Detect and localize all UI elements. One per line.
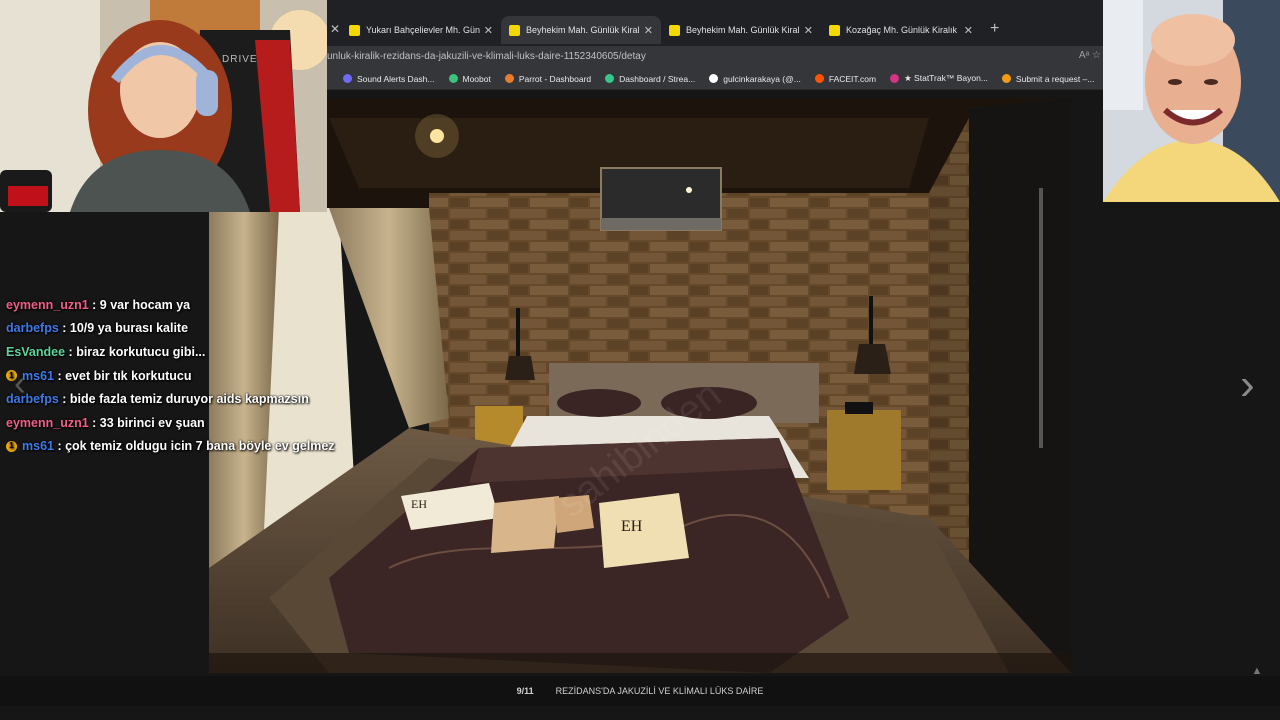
chat-text: 10/9 ya burası kalite (69, 321, 189, 336)
bookmark-submit-request[interactable]: Submit a request –... (1001, 73, 1095, 84)
chat-username: darbefps (6, 321, 59, 336)
chat-text: çok temiz oldugu icin 7 bana böyle ev ge… (65, 439, 335, 454)
svg-text:EH: EH (621, 518, 643, 535)
sahibinden-favicon-icon (829, 24, 840, 36)
bookmark-stattrak[interactable]: ★ StatTrak™ Bayon... (890, 73, 988, 84)
close-icon[interactable]: ✕ (964, 24, 973, 37)
chat-text: 33 birinci ev şuan (99, 415, 205, 430)
tab-label: Kozağaç Mh. Günlük Kiralık Stüdyo (846, 25, 960, 35)
bookmark-label: Moobot (462, 73, 491, 84)
chat-separator: : (88, 415, 100, 430)
tiktok-icon (709, 74, 719, 83)
bookmark-label: Submit a request –... (1015, 73, 1095, 84)
bookmark-label: Sound Alerts Dash... (357, 73, 435, 84)
bookmark-sound-alerts[interactable]: Sound Alerts Dash... (343, 74, 435, 84)
new-tab-plus-icon[interactable]: + (990, 20, 999, 38)
chat-text: 9 var hocam ya (99, 297, 191, 312)
bookmark-icon (504, 74, 514, 83)
bookmarks-bar: Sound Alerts Dash... Moobot Parrot - Das… (327, 68, 1103, 90)
tab-kozagac-studyo[interactable]: Kozağaç Mh. Günlük Kiralık Stüdyo ✕ (821, 16, 981, 44)
chat-text: bide fazla temiz duruyor aids kapmazsın (69, 392, 309, 407)
chat-separator: : (53, 368, 66, 383)
stream-screen: Yukarı Bahçelievler Mh. Günlük Kir ✕ Bey… (0, 0, 1280, 720)
close-icon[interactable]: ✕ (644, 24, 653, 37)
bookmark-label: ★ StatTrak™ Bayon... (904, 73, 988, 83)
streamer-webcam-feed: DRIVE (0, 0, 327, 212)
chat-username: ms61 (22, 368, 54, 383)
chat-message: 1 ms61 : evet bir tık korkutucu (6, 364, 366, 388)
bookmark-parrot[interactable]: Parrot - Dashboard (504, 73, 592, 84)
close-icon[interactable]: ✕ (484, 24, 493, 37)
tab-label: Yukarı Bahçelievler Mh. Günlük Kir (366, 25, 480, 35)
chat-username: darbefps (6, 392, 59, 407)
address-bar[interactable]: unluk-kiralik-rezidans-da-jakuzili-ve-kl… (327, 46, 1103, 68)
chat-separator: : (58, 321, 70, 336)
sahibinden-favicon-icon (509, 24, 520, 36)
read-aloud-and-favorite-icons[interactable]: Aᵃ ☆ (1079, 50, 1101, 61)
chat-message: 1 ms61 : çok temiz oldugu icin 7 bana böy… (6, 435, 366, 459)
streamer-webcam: DRIVE (0, 0, 327, 212)
stream-chat-overlay: eymenn_uzn1 : 9 var hocam ya darbefps : … (6, 293, 366, 458)
bookmark-icon (890, 74, 900, 83)
subscriber-badge-icon: 1 (6, 370, 17, 382)
guest-webcam (1103, 0, 1280, 202)
close-icon[interactable]: ✕ (330, 22, 340, 36)
chat-separator: : (58, 392, 70, 407)
chat-separator: : (88, 297, 100, 312)
browser-tab-bar: Yukarı Bahçelievler Mh. Günlük Kir ✕ Bey… (327, 0, 1103, 46)
bookmark-label: FACEIT.com (828, 73, 877, 84)
guest-webcam-feed (1103, 0, 1280, 202)
tab-yukari-bahcelievler[interactable]: Yukarı Bahçelievler Mh. Günlük Kir ✕ (341, 16, 501, 44)
chat-message: darbefps : bide fazla temiz duruyor aids… (6, 387, 366, 411)
bookmark-label: Dashboard / Strea... (619, 73, 696, 84)
chat-separator: : (65, 344, 77, 359)
bookmark-faceit[interactable]: FACEIT.com (814, 73, 877, 84)
chat-message: eymenn_uzn1 : 33 birinci ev şuan (6, 411, 366, 435)
chair-logo: DRIVE (222, 54, 258, 65)
chat-separator: : (53, 439, 66, 454)
bookmark-icon (343, 74, 352, 83)
sahibinden-favicon-icon (349, 24, 360, 36)
bookmark-icon (605, 74, 615, 83)
faceit-icon (814, 74, 824, 83)
chat-text: biraz korkutucu gibi... (76, 344, 206, 359)
chat-message: EsVandee : biraz korkutucu gibi... (6, 340, 366, 364)
close-icon[interactable]: ✕ (804, 24, 813, 37)
bookmark-label: Parrot - Dashboard (518, 73, 592, 84)
gallery-caption-bar: 9/11 REZİDANS'DA JAKUZİLİ VE KLİMALI LÜK… (0, 676, 1280, 706)
bookmark-icon (1001, 74, 1011, 83)
chat-username: EsVandee (6, 344, 66, 359)
subscriber-badge-icon: 1 (6, 440, 17, 452)
bookmark-icon (448, 74, 458, 83)
svg-text:EH: EH (411, 497, 427, 511)
chat-message: darbefps : 10/9 ya burası kalite (6, 317, 366, 341)
tab-label: Beyhekim Mah. Günlük Kiralık 1+1 (686, 25, 800, 35)
chat-username: eymenn_uzn1 (6, 297, 89, 312)
bookmark-moobot[interactable]: Moobot (448, 73, 491, 84)
chat-text: evet bir tık korkutucu (65, 368, 192, 383)
bookmark-tiktok[interactable]: gulcinkarakaya (@... (709, 74, 801, 84)
sahibinden-favicon-icon (669, 24, 680, 36)
tab-beyhekim-1-1[interactable]: Beyhekim Mah. Günlük Kiralık 1+1 ✕ (661, 16, 821, 44)
listing-title: REZİDANS'DA JAKUZİLİ VE KLİMALI LÜKS DAİ… (555, 686, 764, 696)
tab-label: Beyhekim Mah. Günlük Kiralık Stü (526, 25, 640, 35)
bookmark-label: gulcinkarakaya (@... (723, 73, 801, 84)
chat-message: eymenn_uzn1 : 9 var hocam ya (6, 293, 366, 317)
chat-username: ms61 (22, 439, 54, 454)
url-text[interactable]: unluk-kiralik-rezidans-da-jakuzili-ve-kl… (327, 51, 646, 62)
bookmark-dashboard-stream[interactable]: Dashboard / Strea... (605, 74, 695, 84)
chat-username: eymenn_uzn1 (6, 415, 89, 430)
photo-counter: 9/11 (516, 686, 534, 696)
tab-beyhekim-studyo[interactable]: Beyhekim Mah. Günlük Kiralık Stü ✕ (501, 16, 661, 44)
next-photo-chevron-icon[interactable]: › (1240, 360, 1255, 410)
